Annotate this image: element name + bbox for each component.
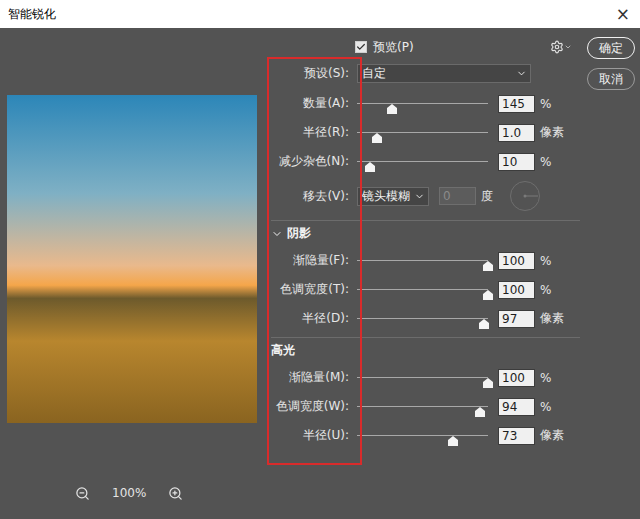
angle-unit: 度 <box>481 188 493 205</box>
slider-thumb-icon[interactable] <box>483 290 493 300</box>
unit-label: % <box>540 283 551 297</box>
slider-row: 半径(U): 73 像素 <box>263 421 580 450</box>
preset-select[interactable]: 自定 <box>357 64 531 83</box>
slider-label: 色调宽度(T): <box>263 281 349 298</box>
slider-label: 色调宽度(W): <box>263 398 349 415</box>
slider-row: 半径(D): 97 像素 <box>263 304 580 333</box>
slider-track[interactable] <box>357 289 488 290</box>
preset-row: 预设(S): 自定 <box>263 57 580 89</box>
zoom-value: 100% <box>112 486 146 500</box>
value-input[interactable]: 100 <box>498 281 535 299</box>
slider-label: 半径(R): <box>263 124 349 141</box>
section-header: 高光 <box>271 337 580 363</box>
preset-label: 预设(S): <box>263 65 349 82</box>
slider-label: 半径(D): <box>263 310 349 327</box>
value-input[interactable]: 100 <box>498 369 535 387</box>
section: 高光渐隐量(M): 100% 色调宽度(W): 94% 半径(U): 73 像素 <box>263 333 580 450</box>
slider-label: 数量(A): <box>263 95 349 112</box>
title-bar: 智能锐化 × <box>0 0 640 28</box>
unit-label: 像素 <box>540 124 564 141</box>
smart-sharpen-dialog: 智能锐化×100%预览(P)预设(S):自定数量(A):145%半径(R):1.… <box>0 0 640 519</box>
unit-label: 像素 <box>540 310 564 327</box>
caret-icon <box>564 43 572 51</box>
value-input[interactable]: 94 <box>498 398 535 416</box>
slider-thumb-icon[interactable] <box>483 261 493 271</box>
unit-label: 像素 <box>540 427 564 444</box>
slider-thumb-icon[interactable] <box>479 319 489 329</box>
unit-label: % <box>540 254 551 268</box>
angle-input[interactable]: 0 <box>439 187 476 205</box>
slider-thumb-icon[interactable] <box>483 378 493 388</box>
slider-track[interactable] <box>357 132 488 133</box>
value-input[interactable]: 10 <box>498 153 535 171</box>
section-header[interactable]: 阴影 <box>271 220 580 246</box>
unit-label: % <box>540 371 551 385</box>
slider-row: 半径(R): 1.0 像素 <box>263 118 580 147</box>
remove-row: 移去(V): 镜头模糊 0度 <box>263 176 580 216</box>
controls-column: 预览(P)预设(S):自定数量(A):145%半径(R):1.0像素减少杂色(N… <box>263 28 580 519</box>
gear-icon[interactable] <box>550 40 564 54</box>
chevron-icon[interactable] <box>271 228 283 240</box>
unit-label: % <box>540 97 551 111</box>
remove-value: 镜头模糊 <box>362 188 410 205</box>
unit-label: % <box>540 155 551 169</box>
slider-track[interactable] <box>357 161 488 162</box>
slider-label: 半径(U): <box>263 427 349 444</box>
slider-track[interactable] <box>357 103 488 104</box>
settings-menu[interactable] <box>550 40 572 54</box>
dialog-body: 100%预览(P)预设(S):自定数量(A):145%半径(R):1.0像素减少… <box>0 28 640 519</box>
remove-label: 移去(V): <box>263 188 349 205</box>
slider-track[interactable] <box>357 435 488 436</box>
value-input[interactable]: 97 <box>498 310 535 328</box>
check-icon <box>356 42 366 52</box>
close-button[interactable]: × <box>616 6 630 23</box>
preview-row: 预览(P) <box>263 37 580 57</box>
value-input[interactable]: 100 <box>498 252 535 270</box>
dialog-button[interactable]: 确定 <box>587 37 635 59</box>
section-title: 高光 <box>271 342 295 359</box>
dropdown-arrow-icon <box>414 191 425 202</box>
slider-thumb-icon[interactable] <box>475 407 485 417</box>
preview-image[interactable] <box>7 95 257 423</box>
section-title: 阴影 <box>287 225 311 242</box>
slider-thumb-icon[interactable] <box>372 133 382 143</box>
zoom-bar: 100% <box>7 483 263 503</box>
slider-track[interactable] <box>357 406 488 407</box>
slider-thumb-icon[interactable] <box>387 104 397 114</box>
window-title: 智能锐化 <box>8 6 56 23</box>
slider-row: 减少杂色(N): 10% <box>263 147 580 176</box>
angle-dial-icon[interactable] <box>509 180 541 212</box>
slider-thumb-icon[interactable] <box>448 436 458 446</box>
slider-row: 渐隐量(M): 100% <box>263 363 580 392</box>
unit-label: % <box>540 400 551 414</box>
slider-row: 渐隐量(F): 100% <box>263 246 580 275</box>
value-input[interactable]: 1.0 <box>498 124 535 142</box>
preview-checkbox[interactable] <box>355 41 367 53</box>
slider-track[interactable] <box>357 260 488 261</box>
slider-row: 数量(A): 145% <box>263 89 580 118</box>
preview-label[interactable]: 预览(P) <box>373 39 414 56</box>
slider-thumb-icon[interactable] <box>365 162 375 172</box>
slider-row: 色调宽度(T): 100% <box>263 275 580 304</box>
remove-select[interactable]: 镜头模糊 <box>357 187 429 206</box>
slider-label: 渐隐量(F): <box>263 252 349 269</box>
zoom-out-icon[interactable] <box>75 486 90 501</box>
button-column: 确定取消 <box>580 28 635 519</box>
zoom-in-icon[interactable] <box>168 486 183 501</box>
slider-track[interactable] <box>357 318 488 319</box>
value-input[interactable]: 73 <box>498 427 535 445</box>
slider-row: 色调宽度(W): 94% <box>263 392 580 421</box>
dropdown-arrow-icon <box>516 68 527 79</box>
section: 阴影渐隐量(F): 100% 色调宽度(T): 100% 半径(D): 97 像素 <box>263 216 580 333</box>
value-input[interactable]: 145 <box>498 95 535 113</box>
slider-label: 减少杂色(N): <box>263 153 349 170</box>
highlight-annotation <box>267 57 362 465</box>
preset-value: 自定 <box>362 65 386 82</box>
slider-track[interactable] <box>357 377 488 378</box>
dialog-button[interactable]: 取消 <box>587 68 635 90</box>
preview-column: 100% <box>0 28 263 519</box>
slider-label: 渐隐量(M): <box>263 369 349 386</box>
